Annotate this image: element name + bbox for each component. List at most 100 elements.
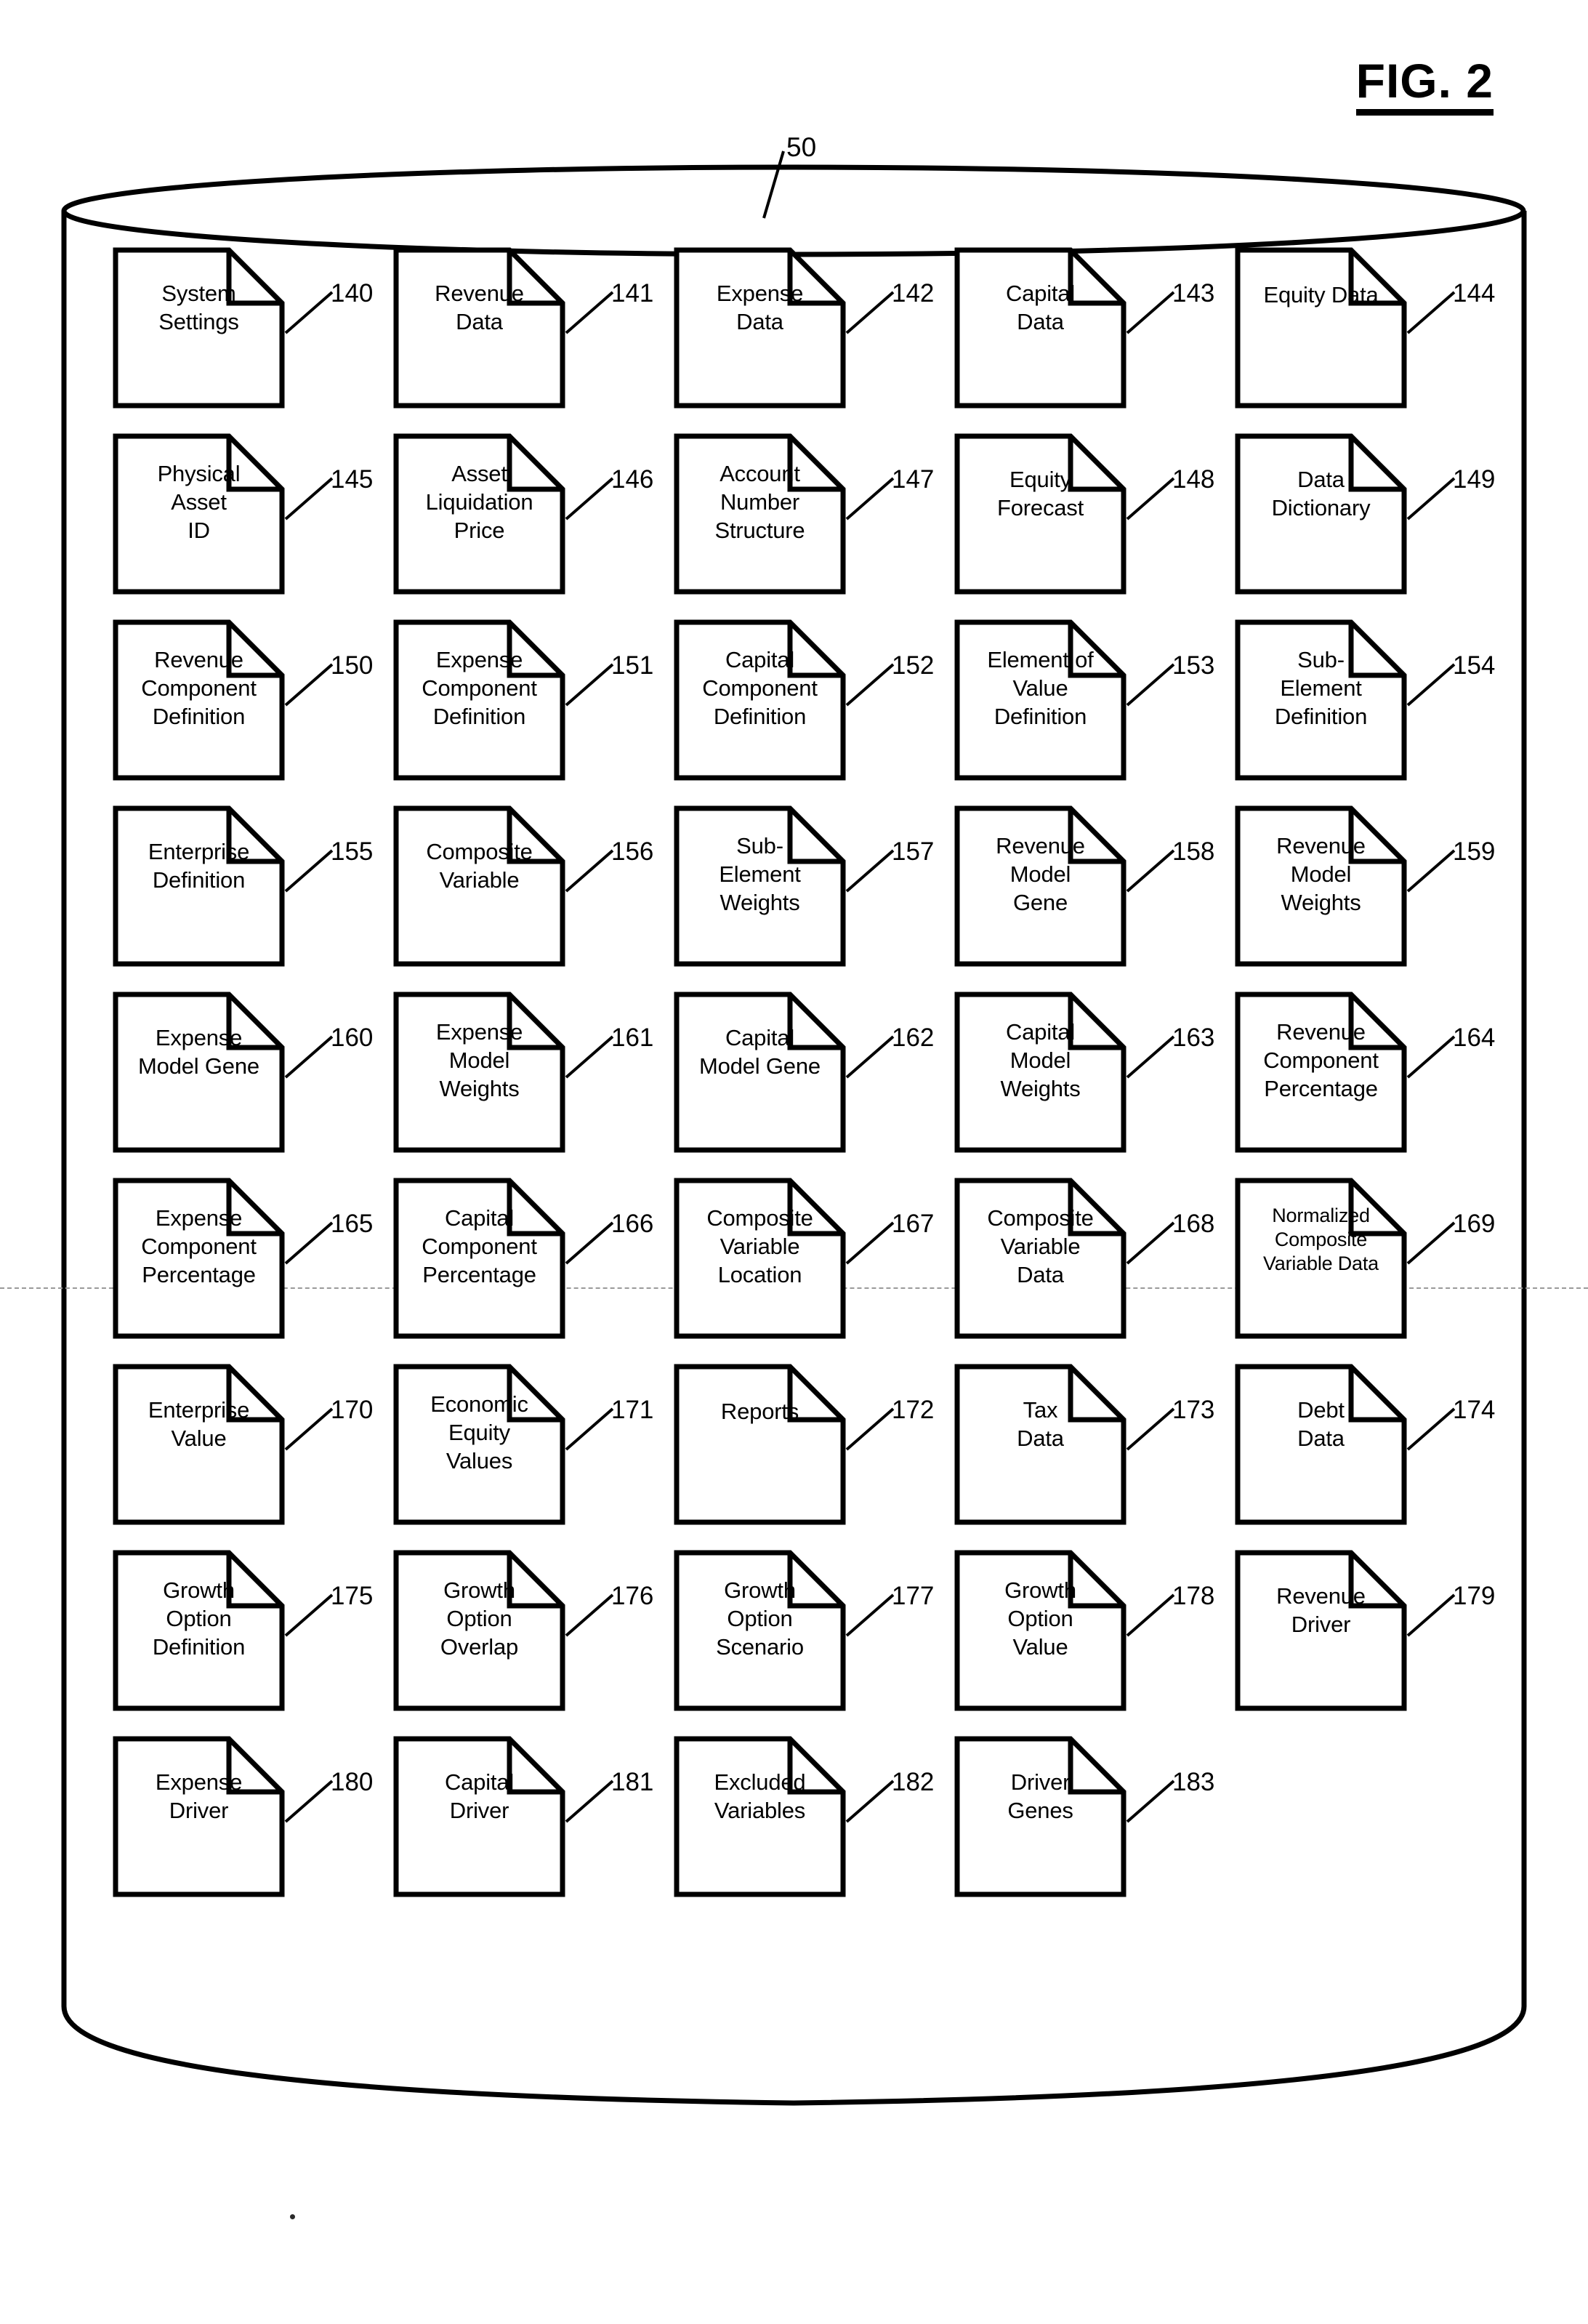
reference-leader-line [1124, 474, 1177, 522]
doc-node-label-line: Variable [439, 867, 520, 893]
doc-node-label-line: Composite [1274, 1229, 1368, 1250]
doc-node-label-line: Physical [157, 461, 241, 486]
doc-node-label: Element of Value Definition [959, 646, 1122, 731]
reference-leader-line [1405, 1591, 1457, 1639]
doc-node-label-line: Data [1017, 1262, 1064, 1287]
reference-numeral: 168 [1172, 1210, 1215, 1238]
doc-node-label-line: Definition [152, 704, 246, 729]
reference-numeral: 151 [611, 651, 654, 680]
reference-numeral: 182 [892, 1768, 935, 1796]
reference-leader-line [844, 660, 896, 708]
doc-node-179: Revenue Driver 179 [1235, 1550, 1515, 1736]
doc-node-label-line: Excluded [714, 1769, 806, 1795]
doc-node-label: Revenue Model Weights [1239, 832, 1403, 917]
doc-node-label-line: Growth [724, 1577, 796, 1603]
doc-node-label: Data Dictionary [1239, 465, 1403, 522]
reference-numeral: 164 [1453, 1024, 1496, 1052]
doc-node-label-line: Price [454, 518, 505, 543]
reference-leader-line [283, 1404, 335, 1452]
doc-node-label: Expense Data [678, 279, 842, 336]
doc-row: Expense Driver 180 Capital Driver 181 Excluded… [113, 1736, 1515, 1922]
doc-node-182: Excluded Variables 182 [674, 1736, 954, 1922]
doc-node-label-line: System [161, 281, 236, 306]
doc-node-label-line: Driver [1291, 1612, 1351, 1637]
doc-node-141: Revenue Data 141 [393, 247, 674, 433]
reference-leader-line [563, 1218, 616, 1266]
doc-node-label: Reports [678, 1397, 842, 1426]
reference-leader-line [1405, 288, 1457, 336]
doc-node-150: Revenue Component Definition 150 [113, 619, 393, 805]
doc-node-label-line: Variable [1000, 1234, 1081, 1259]
doc-node-label: Expense Model Weights [398, 1018, 561, 1103]
doc-node-label: Revenue Driver [1239, 1582, 1403, 1639]
reference-numeral: 173 [1172, 1396, 1215, 1424]
doc-node-169: Normalized Composite Variable Data 169 [1235, 1178, 1515, 1364]
doc-node-label-line: Data [1017, 309, 1064, 334]
reference-leader-line [1124, 660, 1177, 708]
doc-node-label-line: Growth [163, 1577, 235, 1603]
doc-node-154: Sub- Element Definition 154 [1235, 619, 1515, 805]
doc-node-label-line: Reports [720, 1399, 799, 1424]
doc-node-label: Expense Driver [117, 1768, 281, 1825]
doc-node-174: Debt Data 174 [1235, 1364, 1515, 1550]
doc-node-label-line: Component [141, 675, 257, 701]
reference-numeral: 143 [1172, 279, 1215, 307]
doc-node-label: Growth Option Overlap [398, 1576, 561, 1661]
doc-node-label-line: Data [736, 309, 783, 334]
reference-leader-line [1405, 1218, 1457, 1266]
doc-node-label-line: Scenario [716, 1634, 804, 1660]
doc-node-label-line: Revenue [1276, 1019, 1366, 1045]
reference-numeral: 150 [331, 651, 374, 680]
reference-numeral: 156 [611, 837, 654, 866]
doc-row: Enterprise Value 170 Economic Equity Values 17… [113, 1364, 1515, 1550]
doc-node-label-line: Enterprise [148, 839, 250, 864]
doc-node-label-line: Definition [713, 704, 807, 729]
doc-node-label-line: Expense [435, 647, 523, 672]
doc-node-label-line: Component [702, 675, 818, 701]
reference-numeral: 145 [331, 465, 374, 494]
doc-node-label-line: Value [171, 1426, 227, 1451]
reference-leader-line [1405, 1032, 1457, 1080]
doc-node-label-line: Definition [152, 1634, 246, 1660]
doc-node-label-line: Composite [987, 1205, 1094, 1231]
doc-node-label: System Settings [117, 279, 281, 336]
reference-numeral: 181 [611, 1768, 654, 1796]
doc-node-label-line: Asset [171, 489, 227, 515]
doc-node-178: Growth Option Value 178 [954, 1550, 1235, 1736]
doc-node-label: Composite Variable Data [959, 1204, 1122, 1289]
doc-node-label-line: Expense [155, 1025, 243, 1050]
doc-node-label-line: Revenue [154, 647, 243, 672]
doc-row: Expense Component Percentage 165 Capital Comp… [113, 1178, 1515, 1364]
doc-node-163: Capital Model Weights 163 [954, 992, 1235, 1178]
doc-node-label: Sub- Element Definition [1239, 646, 1403, 731]
reference-leader-line [563, 846, 616, 894]
reference-leader-line [1124, 846, 1177, 894]
reference-numeral: 172 [892, 1396, 935, 1424]
reference-numeral: 148 [1172, 465, 1215, 494]
reference-numeral: 157 [892, 837, 935, 866]
doc-node-label: Expense Component Definition [398, 646, 561, 731]
doc-node-label-line: Debt [1297, 1397, 1345, 1423]
doc-node-label: Capital Model Gene [678, 1024, 842, 1080]
doc-node-142: Expense Data 142 [674, 247, 954, 433]
reference-leader-line [844, 474, 896, 522]
doc-node-label-line: Definition [152, 867, 246, 893]
reference-leader-line [1124, 1404, 1177, 1452]
reference-numeral: 175 [331, 1582, 374, 1610]
doc-node-155: Enterprise Definition 155 [113, 805, 393, 992]
doc-node-146: Asset Liquidation Price 146 [393, 433, 674, 619]
reference-leader-line [1405, 1404, 1457, 1452]
doc-node-159: Revenue Model Weights 159 [1235, 805, 1515, 992]
doc-node-label-line: Expense [155, 1769, 243, 1795]
doc-node-label-line: Variable Data [1263, 1253, 1379, 1274]
doc-node-label-line: Expense [435, 1019, 523, 1045]
doc-node-168: Composite Variable Data 168 [954, 1178, 1235, 1364]
reference-numeral: 158 [1172, 837, 1215, 866]
reference-leader-line [563, 660, 616, 708]
doc-node-label-line: Percentage [1264, 1076, 1378, 1101]
doc-node-label-line: Value [1012, 675, 1068, 701]
doc-node-151: Expense Component Definition 151 [393, 619, 674, 805]
doc-node-label-line: Data [456, 309, 503, 334]
doc-node-label-line: Weights [720, 890, 800, 915]
reference-leader-line [1405, 474, 1457, 522]
